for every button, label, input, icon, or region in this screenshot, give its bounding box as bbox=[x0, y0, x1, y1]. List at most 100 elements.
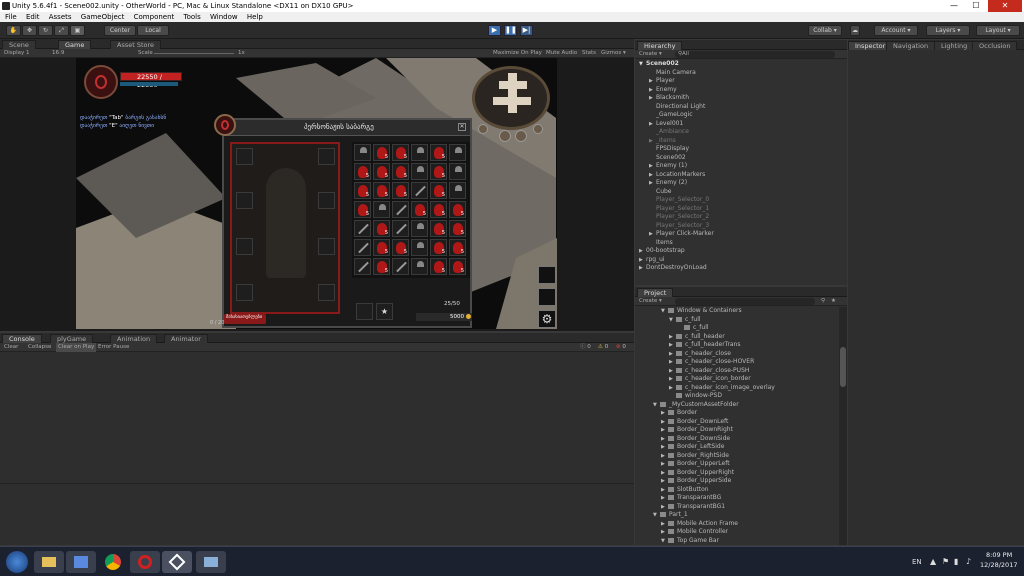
equip-slot-boots[interactable] bbox=[236, 284, 253, 301]
expand-arrow-icon[interactable]: ▶ bbox=[661, 503, 668, 512]
hierarchy-item[interactable]: _GameLogic bbox=[649, 111, 693, 120]
star-filter-icon[interactable]: ★ bbox=[831, 297, 836, 306]
equip-slot-shield[interactable] bbox=[318, 192, 335, 209]
project-item[interactable]: ▶ c_header_close-HOVER bbox=[669, 358, 754, 367]
project-item[interactable]: c_full bbox=[677, 324, 709, 333]
pivot-local-button[interactable]: Local bbox=[137, 25, 169, 36]
hierarchy-item[interactable]: ▶ LocationMarkers bbox=[649, 171, 705, 180]
tab-plygame[interactable]: plyGame bbox=[50, 334, 94, 343]
menu-tools[interactable]: Tools bbox=[184, 13, 201, 21]
tab-console[interactable]: Console bbox=[2, 334, 42, 343]
extra-slot[interactable] bbox=[356, 303, 373, 320]
hierarchy-item[interactable]: Player_Selector_3 bbox=[649, 222, 709, 231]
potion-quick-icon[interactable] bbox=[538, 266, 556, 284]
expand-arrow-icon[interactable]: ▶ bbox=[649, 94, 656, 103]
rotate-tool-icon[interactable]: ↻ bbox=[38, 25, 53, 36]
project-item[interactable]: ▼ Part_1 bbox=[653, 511, 688, 520]
expand-arrow-icon[interactable]: ▶ bbox=[661, 409, 668, 418]
expand-arrow-icon[interactable]: ▶ bbox=[661, 469, 668, 478]
minimap-zoom-icon[interactable] bbox=[478, 124, 488, 134]
menu-window[interactable]: Window bbox=[210, 13, 238, 21]
tab-occlusion[interactable]: Occlusion bbox=[972, 41, 1018, 50]
display-dropdown[interactable]: Display 1 bbox=[4, 49, 30, 58]
maximize-on-play-toggle[interactable]: Maximize On Play bbox=[493, 49, 542, 58]
hierarchy-create-button[interactable]: Create ▾ bbox=[639, 50, 662, 59]
expand-arrow-icon[interactable]: ▶ bbox=[661, 435, 668, 444]
expand-arrow-icon[interactable]: ▶ bbox=[661, 477, 668, 486]
inventory-slot[interactable]: 5 bbox=[392, 144, 409, 161]
project-item[interactable]: ▶ c_header_icon_border bbox=[669, 375, 751, 384]
expand-arrow-icon[interactable]: ▶ bbox=[649, 86, 656, 95]
inventory-slot[interactable]: 5 bbox=[449, 201, 466, 218]
inventory-slot[interactable]: 5 bbox=[373, 182, 390, 199]
volume-icon[interactable]: ♪ bbox=[966, 557, 971, 566]
collab-button[interactable]: Collab ▾ bbox=[808, 25, 842, 36]
inventory-slot[interactable] bbox=[449, 163, 466, 180]
inventory-slot[interactable] bbox=[354, 258, 371, 275]
inventory-slot[interactable]: 5 bbox=[373, 163, 390, 180]
step-icon[interactable]: ▶| bbox=[520, 25, 533, 36]
expand-arrow-icon[interactable]: ▶ bbox=[669, 333, 676, 342]
inventory-slot[interactable] bbox=[392, 220, 409, 237]
cloud-icon[interactable]: ☁ bbox=[850, 25, 860, 36]
expand-arrow-icon[interactable]: ▶ bbox=[649, 171, 656, 180]
inventory-slot[interactable] bbox=[411, 182, 428, 199]
hierarchy-item[interactable]: ▶ _Items bbox=[649, 137, 676, 146]
minimap-zoom-in-icon[interactable] bbox=[515, 130, 527, 142]
tray-expand-icon[interactable]: ▲ bbox=[930, 557, 936, 566]
project-item[interactable]: ▶ Border_DownLeft bbox=[661, 418, 728, 427]
flag-icon[interactable]: ⚑ bbox=[942, 557, 949, 566]
inventory-slot[interactable] bbox=[411, 239, 428, 256]
hierarchy-search-input[interactable]: ⚲All bbox=[675, 51, 835, 58]
equip-slot-ring[interactable] bbox=[318, 238, 335, 255]
expand-arrow-icon[interactable]: ▶ bbox=[661, 486, 668, 495]
inventory-slot[interactable]: 5 bbox=[411, 201, 428, 218]
expand-arrow-icon[interactable]: ▶ bbox=[669, 367, 676, 376]
expand-arrow-icon[interactable]: ▶ bbox=[661, 528, 668, 537]
tab-project[interactable]: Project bbox=[637, 288, 674, 297]
hierarchy-item[interactable]: ▶ Enemy bbox=[649, 86, 677, 95]
language-indicator[interactable]: EN bbox=[912, 558, 922, 566]
aspect-dropdown[interactable]: 16:9 bbox=[52, 49, 64, 58]
project-search-input[interactable] bbox=[675, 298, 815, 305]
inventory-slot[interactable] bbox=[373, 201, 390, 218]
game-canvas[interactable]: 22550 / 22550 დააჭირეთ "Tab" ბარგის გასა… bbox=[76, 58, 557, 329]
layout-dropdown[interactable]: Layout ▾ bbox=[976, 25, 1020, 36]
hierarchy-item[interactable]: ▶ Player bbox=[649, 77, 675, 86]
expand-arrow-icon[interactable]: ▼ bbox=[653, 511, 660, 520]
character-stats-button[interactable]: მახასიათებლები bbox=[224, 314, 266, 324]
project-item[interactable]: ▶ c_header_icon_image_overlay bbox=[669, 384, 775, 393]
error-count-icon[interactable]: ⊗ 0 bbox=[616, 343, 626, 352]
project-item[interactable]: ▶ Border bbox=[661, 409, 697, 418]
hierarchy-item[interactable]: ▶ Enemy (1) bbox=[649, 162, 687, 171]
project-item[interactable]: ▶ Border_RightSide bbox=[661, 452, 729, 461]
expand-arrow-icon[interactable]: ▶ bbox=[669, 375, 676, 384]
pause-icon[interactable]: ❚❚ bbox=[504, 25, 517, 36]
rect-tool-icon[interactable]: ▣ bbox=[70, 25, 85, 36]
stats-toggle[interactable]: Stats bbox=[582, 49, 596, 58]
clock-time[interactable]: 8:09 PM bbox=[986, 551, 1012, 559]
play-icon[interactable]: ▶ bbox=[488, 25, 501, 36]
project-item[interactable]: ▼ _MyCustomAssetFolder bbox=[653, 401, 739, 410]
hierarchy-item[interactable]: ▼ Scene002 bbox=[639, 60, 679, 69]
inventory-slot[interactable]: 5 bbox=[354, 182, 371, 199]
warning-count-icon[interactable]: ⚠ 0 bbox=[598, 343, 608, 352]
expand-arrow-icon[interactable]: ▼ bbox=[661, 537, 668, 546]
equip-slot-armor[interactable] bbox=[236, 192, 253, 209]
unity-taskbar-icon[interactable] bbox=[162, 551, 192, 573]
inventory-slot[interactable] bbox=[392, 258, 409, 275]
tab-scene[interactable]: Scene bbox=[2, 40, 36, 49]
expand-arrow-icon[interactable]: ▶ bbox=[661, 418, 668, 427]
hierarchy-item[interactable]: FPSDisplay bbox=[649, 145, 689, 154]
network-app-icon[interactable] bbox=[66, 551, 96, 573]
expand-arrow-icon[interactable]: ▶ bbox=[639, 256, 646, 265]
project-item[interactable]: ▶ TransparantBG1 bbox=[661, 503, 725, 512]
filter-icon[interactable]: ⚲ bbox=[821, 297, 825, 306]
inventory-slot[interactable] bbox=[411, 258, 428, 275]
hierarchy-item[interactable]: Cube bbox=[649, 188, 672, 197]
inventory-slot[interactable] bbox=[411, 144, 428, 161]
inventory-slot[interactable]: 5 bbox=[430, 239, 447, 256]
menu-assets[interactable]: Assets bbox=[49, 13, 72, 21]
pivot-center-button[interactable]: Center bbox=[104, 25, 136, 36]
project-item[interactable]: ▶ Border_DownRight bbox=[661, 426, 733, 435]
